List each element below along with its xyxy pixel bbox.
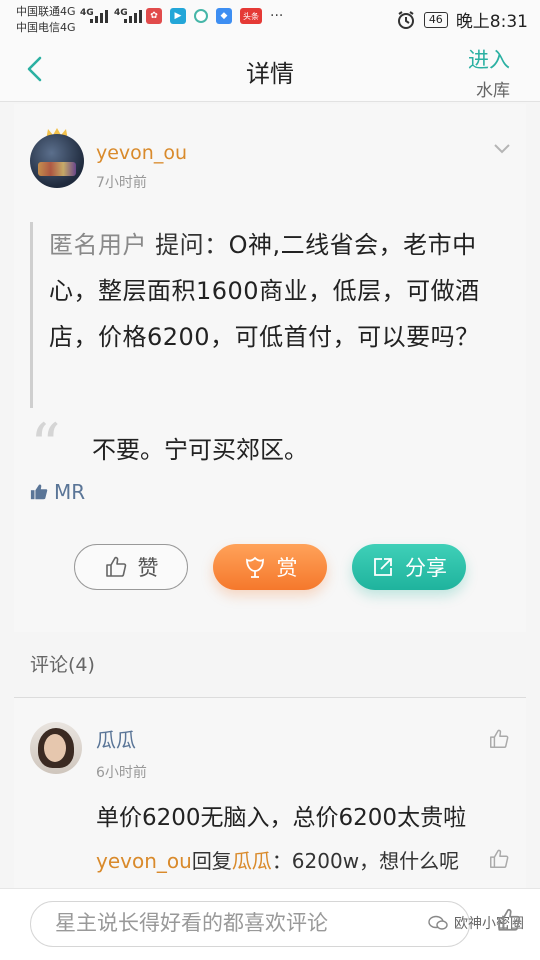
toutiao-icon: 头条 bbox=[240, 8, 262, 24]
status-bar: 中国联通4G 中国电信4G 4G 4G ✿ ▶ ◆ 头条 ··· 46 晚上8:… bbox=[0, 0, 540, 38]
reply-like-icon[interactable] bbox=[488, 848, 510, 870]
enter-button[interactable]: 进入 bbox=[468, 44, 510, 74]
post-card: yevon_ou 7小时前 匿名用户 提问：O神,二线省会，老市中心，整层面积1… bbox=[14, 104, 526, 632]
status-right: 46 晚上8:31 bbox=[396, 7, 528, 32]
like-button[interactable]: 赞 bbox=[74, 544, 188, 590]
share-button[interactable]: 分享 bbox=[352, 544, 466, 590]
commenter-name[interactable]: 瓜瓜 bbox=[96, 724, 136, 753]
answer-block: “ 不要。宁可买郊区。 bbox=[30, 411, 510, 481]
question-label: 提问： bbox=[155, 231, 229, 259]
liked-by-name[interactable]: MR bbox=[54, 480, 85, 504]
bottom-bar: 星主说长得好看的都喜欢评论 欧神小密圈 bbox=[0, 888, 540, 960]
signal-bars-1-icon bbox=[90, 9, 108, 23]
chevron-down-icon[interactable] bbox=[492, 142, 512, 156]
question-text-wrap: 匿名用户 提问：O神,二线省会，老市中心，整层面积1600商业，低层，可做酒店，… bbox=[49, 222, 510, 360]
reply: yevon_ou回复瓜瓜：6200w，想什么呢 bbox=[96, 846, 476, 876]
comment-item: 瓜瓜 6小时前 单价6200无脑入，总价6200太贵啦 yevon_ou回复瓜瓜… bbox=[14, 698, 526, 888]
comment-text: 单价6200无脑入，总价6200太贵啦 bbox=[96, 805, 467, 831]
carrier-1: 中国联通4G bbox=[16, 5, 76, 18]
comment-input[interactable]: 星主说长得好看的都喜欢评论 bbox=[30, 901, 470, 947]
comments-header: 评论(4) bbox=[30, 654, 95, 676]
quote-mark-icon: “ bbox=[30, 411, 61, 481]
bilibili-icon: ▶ bbox=[170, 8, 186, 24]
reply-author[interactable]: yevon_ou bbox=[96, 849, 192, 873]
bottom-like-icon[interactable] bbox=[496, 907, 522, 933]
nav-header: 详情 进入 水库 bbox=[0, 38, 540, 102]
carrier-2: 中国电信4G bbox=[16, 21, 76, 34]
more-notifications-icon: ··· bbox=[270, 8, 284, 24]
weibo-icon: ✿ bbox=[146, 8, 162, 24]
flower-icon bbox=[245, 556, 264, 578]
carrier-labels: 中国联通4G 中国电信4G bbox=[16, 4, 76, 36]
reward-button[interactable]: 赏 bbox=[213, 544, 327, 590]
page-title: 详情 bbox=[246, 60, 294, 88]
reward-label: 赏 bbox=[276, 556, 298, 580]
share-label: 分享 bbox=[405, 556, 447, 580]
reply-word: 回复 bbox=[191, 849, 232, 873]
clock: 晚上8:31 bbox=[455, 12, 528, 32]
question-block: 匿名用户 提问：O神,二线省会，老市中心，整层面积1600商业，低层，可做酒店，… bbox=[30, 222, 510, 408]
author-avatar-wrap[interactable] bbox=[30, 128, 84, 188]
refresh-icon bbox=[194, 9, 208, 23]
liked-by-row: MR bbox=[30, 480, 85, 504]
thumbs-up-icon bbox=[105, 556, 126, 577]
alarm-icon bbox=[397, 10, 414, 29]
avatar[interactable] bbox=[30, 134, 84, 188]
comment-time: 6小时前 bbox=[96, 765, 147, 781]
reply-text: ：6200w，想什么呢 bbox=[271, 849, 460, 873]
reply-target[interactable]: 瓜瓜 bbox=[232, 849, 272, 873]
reservoir-label[interactable]: 水库 bbox=[476, 76, 510, 101]
comment-like-icon[interactable] bbox=[488, 728, 510, 750]
author-name[interactable]: yevon_ou bbox=[96, 142, 187, 164]
thumbs-up-filled-icon bbox=[30, 484, 48, 500]
notification-icons: ✿ ▶ ◆ 头条 ··· bbox=[146, 8, 283, 24]
browser-icon: ◆ bbox=[216, 8, 232, 24]
question-user: 匿名用户 bbox=[49, 231, 147, 259]
wechat-icon bbox=[428, 915, 448, 930]
post-time: 7小时前 bbox=[96, 175, 147, 191]
like-label: 赞 bbox=[137, 556, 159, 580]
share-icon bbox=[374, 558, 392, 576]
answer-text: 不要。宁可买郊区。 bbox=[92, 436, 308, 464]
commenter-avatar[interactable] bbox=[30, 722, 82, 774]
battery-icon: 46 bbox=[423, 11, 448, 28]
signal-bars-2-icon bbox=[124, 9, 142, 23]
